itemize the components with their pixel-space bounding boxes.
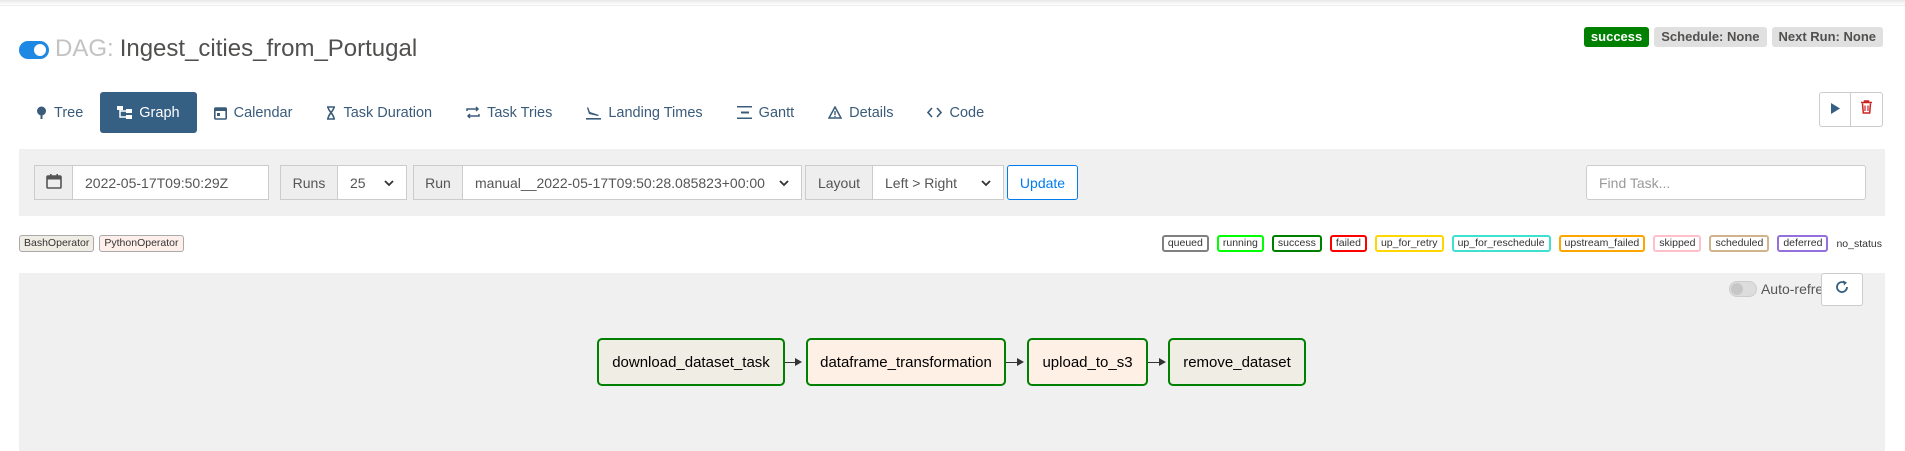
refresh-button[interactable] xyxy=(1821,273,1863,306)
layout-value: Left > Right xyxy=(885,174,957,191)
find-task-input[interactable]: Find Task... xyxy=(1586,165,1866,200)
page-title: Ingest_cities_from_Portugal xyxy=(119,35,418,62)
trigger-dag-button[interactable] xyxy=(1819,92,1851,127)
view-tabs: Tree Graph Calendar Task Duration Task T… xyxy=(19,92,1001,133)
gantt-icon xyxy=(736,106,752,119)
dag-badges: success Schedule: None Next Run: None xyxy=(1583,27,1883,47)
state-legend-item[interactable]: running xyxy=(1216,235,1264,252)
graph-canvas[interactable]: Auto-refresh download_dataset_task dataf… xyxy=(19,273,1885,451)
tab-calendar[interactable]: Calendar xyxy=(197,92,310,133)
graph-controls: 2022-05-17T09:50:29Z Runs 25 Run manual_… xyxy=(19,149,1885,216)
auto-refresh-toggle[interactable] xyxy=(1728,281,1757,297)
calendar-addon[interactable] xyxy=(34,165,73,200)
chevron-down-icon xyxy=(981,175,991,191)
run-value: manual__2022-05-17T09:50:28.085823+00:00 xyxy=(475,174,765,191)
task-edge xyxy=(1148,362,1159,363)
tab-label: Details xyxy=(849,104,894,121)
operator-legend: BashOperator PythonOperator xyxy=(19,235,184,252)
base-date-input[interactable]: 2022-05-17T09:50:29Z xyxy=(73,165,269,200)
plane-landing-icon xyxy=(586,106,602,120)
code-icon xyxy=(927,107,943,118)
calendar-icon xyxy=(213,106,227,120)
task-node-download-dataset-task[interactable]: download_dataset_task xyxy=(597,338,785,386)
operator-legend-item: BashOperator xyxy=(19,235,95,252)
task-edge xyxy=(1006,362,1017,363)
play-icon xyxy=(1830,101,1840,119)
layout-label: Layout xyxy=(805,165,873,200)
state-legend: queued running success failed up_for_ret… xyxy=(1161,235,1882,252)
tab-graph[interactable]: Graph xyxy=(100,92,197,133)
tab-label: Tree xyxy=(54,104,84,121)
runs-select[interactable]: 25 xyxy=(338,165,407,200)
task-node-upload-to-s3[interactable]: upload_to_s3 xyxy=(1027,338,1148,386)
run-select[interactable]: manual__2022-05-17T09:50:28.085823+00:00 xyxy=(463,165,802,200)
state-legend-item[interactable]: no_status xyxy=(1836,238,1882,250)
tab-label: Landing Times xyxy=(608,104,703,121)
run-group: Run manual__2022-05-17T09:50:28.085823+0… xyxy=(413,165,802,200)
refresh-icon xyxy=(1835,280,1849,299)
update-button[interactable]: Update xyxy=(1007,165,1078,200)
operator-legend-item: PythonOperator xyxy=(99,235,184,252)
layout-group: Layout Left > Right xyxy=(805,165,1004,200)
status-badge: success xyxy=(1583,27,1650,47)
top-shadow xyxy=(0,0,1905,6)
state-legend-item[interactable]: up_for_reschedule xyxy=(1451,235,1551,252)
graph-icon xyxy=(117,106,133,119)
trash-icon xyxy=(1861,100,1872,119)
dag-header: DAG: Ingest_cities_from_Portugal xyxy=(19,34,417,64)
repeat-icon xyxy=(466,106,480,119)
tab-label: Calendar xyxy=(233,104,293,121)
runs-label: Runs xyxy=(280,165,338,200)
run-label: Run xyxy=(413,165,463,200)
state-legend-item[interactable]: up_for_retry xyxy=(1374,235,1444,252)
tab-tree[interactable]: Tree xyxy=(19,92,100,133)
dag-pause-toggle[interactable] xyxy=(19,41,49,59)
state-legend-item[interactable]: deferred xyxy=(1777,235,1829,252)
tab-label: Code xyxy=(949,104,985,121)
chevron-down-icon xyxy=(384,175,394,191)
state-legend-item[interactable]: scheduled xyxy=(1709,235,1770,252)
delete-dag-button[interactable] xyxy=(1851,92,1883,127)
dag-actions xyxy=(1819,92,1883,127)
base-date-group: 2022-05-17T09:50:29Z xyxy=(34,165,269,200)
layout-select[interactable]: Left > Right xyxy=(873,165,1004,200)
runs-group: Runs 25 xyxy=(280,165,407,200)
tab-details[interactable]: Details xyxy=(811,92,910,133)
state-legend-item[interactable]: failed xyxy=(1329,235,1367,252)
warning-triangle-icon xyxy=(828,106,843,119)
tab-label: Task Duration xyxy=(343,104,433,121)
calendar-icon xyxy=(45,173,62,192)
runs-value: 25 xyxy=(350,174,366,191)
tree-icon xyxy=(36,106,47,120)
chevron-down-icon xyxy=(779,175,789,191)
state-legend-item[interactable]: success xyxy=(1271,235,1322,252)
hourglass-icon xyxy=(326,105,336,120)
tab-landing-times[interactable]: Landing Times xyxy=(569,92,719,133)
schedule-badge: Schedule: None xyxy=(1654,27,1767,47)
tab-gantt[interactable]: Gantt xyxy=(720,92,811,133)
next-run-badge: Next Run: None xyxy=(1771,27,1883,47)
tab-label: Graph xyxy=(139,104,180,121)
edge-arrow xyxy=(1159,358,1166,366)
tab-label: Gantt xyxy=(758,104,795,121)
tab-task-duration[interactable]: Task Duration xyxy=(309,92,449,133)
edge-arrow xyxy=(795,358,802,366)
tab-label: Task Tries xyxy=(487,104,553,121)
tab-code[interactable]: Code xyxy=(910,92,1001,133)
state-legend-item[interactable]: upstream_failed xyxy=(1558,235,1646,252)
state-legend-item[interactable]: queued xyxy=(1161,235,1209,252)
task-node-remove-dataset[interactable]: remove_dataset xyxy=(1168,338,1306,386)
task-edge xyxy=(785,362,795,363)
tab-task-tries[interactable]: Task Tries xyxy=(449,92,569,133)
dag-prefix: DAG: xyxy=(55,35,114,62)
state-legend-item[interactable]: skipped xyxy=(1653,235,1702,252)
edge-arrow xyxy=(1017,358,1024,366)
task-node-dataframe-transformation[interactable]: dataframe_transformation xyxy=(806,338,1006,386)
